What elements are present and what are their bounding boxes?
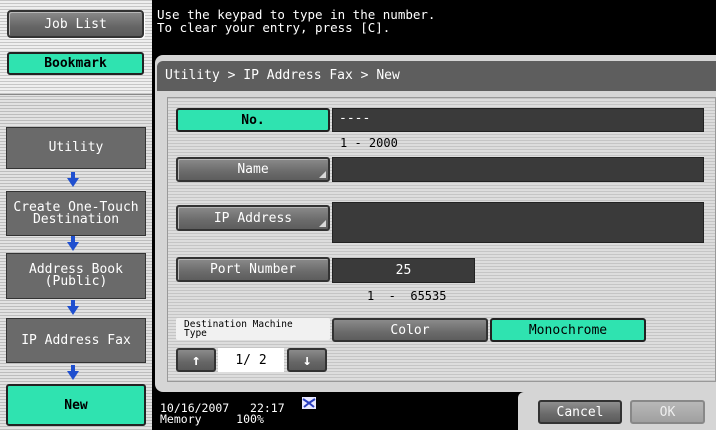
- sidebar-item-utility[interactable]: Utility: [6, 127, 146, 169]
- sidebar: Job List Bookmark Utility Create One-Tou…: [0, 0, 152, 430]
- control-panel-screen: Job List Bookmark Utility Create One-Tou…: [0, 0, 716, 430]
- bookmark-button[interactable]: Bookmark: [7, 52, 144, 75]
- breadcrumb: Utility > IP Address Fax > New: [157, 61, 716, 91]
- port-range: 1 - 65535: [367, 289, 447, 303]
- dest-machine-type-label: Destination Machine Type: [176, 318, 330, 340]
- sidebar-item-ip-address-fax[interactable]: IP Address Fax: [6, 318, 146, 363]
- page-indicator: 1/ 2: [218, 348, 284, 372]
- sidebar-item-new[interactable]: New: [6, 384, 146, 426]
- ip-address-field[interactable]: [332, 202, 704, 243]
- network-status-icon: [302, 397, 316, 409]
- cancel-button[interactable]: Cancel: [538, 400, 622, 424]
- name-field[interactable]: [332, 157, 704, 182]
- page-down-button[interactable]: ↓: [287, 348, 327, 372]
- arrow-down-icon: [67, 365, 79, 380]
- monochrome-option-button[interactable]: Monochrome: [490, 318, 646, 342]
- arrow-down-icon: [67, 300, 79, 315]
- status-line: 10/16/2007 22:17 Memory 100%: [160, 402, 285, 426]
- job-list-button[interactable]: Job List: [7, 10, 144, 38]
- no-range: 1 - 2000: [340, 136, 398, 150]
- port-number-button[interactable]: Port Number: [176, 257, 330, 282]
- no-button[interactable]: No.: [176, 108, 330, 132]
- arrow-down-icon: [67, 172, 79, 187]
- sidebar-item-address-book[interactable]: Address Book (Public): [6, 253, 146, 299]
- sidebar-item-create-one-touch[interactable]: Create One-Touch Destination: [6, 191, 146, 236]
- name-button[interactable]: Name: [176, 157, 330, 182]
- color-option-button[interactable]: Color: [332, 318, 488, 342]
- port-number-field[interactable]: 25: [332, 258, 475, 283]
- arrow-down-icon: ↓: [302, 351, 312, 369]
- ip-address-button[interactable]: IP Address: [176, 205, 330, 231]
- arrow-up-icon: ↑: [191, 351, 201, 369]
- no-field[interactable]: ----: [332, 108, 704, 132]
- instruction-message: Use the keypad to type in the number. To…: [157, 7, 436, 35]
- memory-label: Memory: [160, 412, 202, 426]
- page-up-button[interactable]: ↑: [176, 348, 216, 372]
- ok-button[interactable]: OK: [630, 400, 705, 424]
- arrow-down-icon: [67, 236, 79, 251]
- memory-value: 100%: [236, 412, 264, 426]
